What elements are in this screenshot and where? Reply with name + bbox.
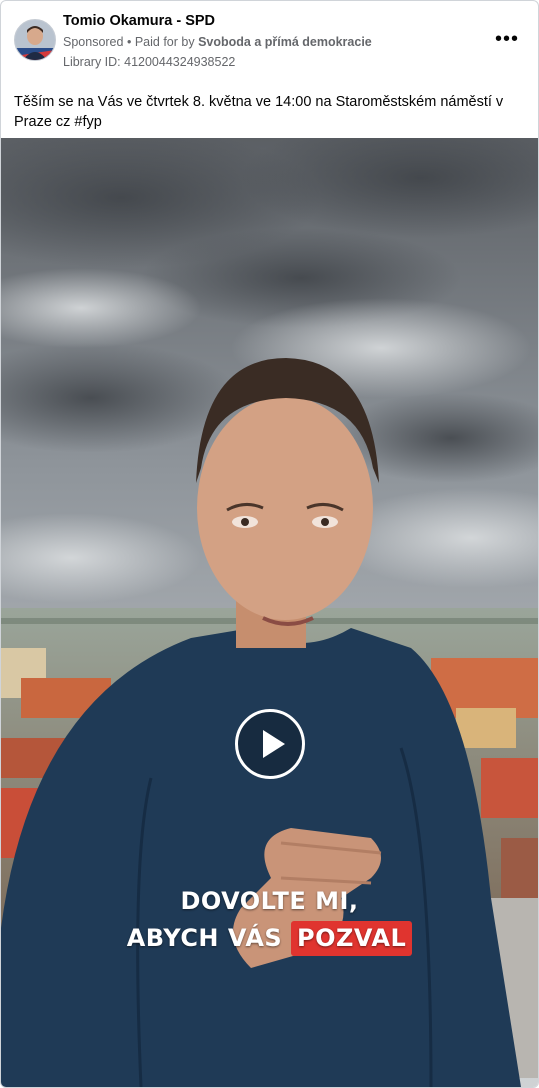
ad-card: Tomio Okamura - SPD Sponsored • Paid for…	[0, 0, 539, 1088]
post-header: Tomio Okamura - SPD Sponsored • Paid for…	[1, 1, 538, 81]
page-avatar[interactable]	[14, 19, 56, 61]
sponsored-label: Sponsored	[63, 35, 124, 49]
separator-dot: •	[126, 35, 132, 49]
sponsor-line: Sponsored • Paid for by Svoboda a přímá …	[63, 35, 372, 49]
play-icon[interactable]	[235, 709, 305, 779]
more-horizontal-icon[interactable]: •••	[493, 29, 521, 53]
overlay-line-1: DOVOLTE MI,	[180, 887, 359, 915]
overlay-highlight: POZVAL	[291, 921, 413, 956]
overlay-line-2: ABYCH VÁS POZVAL	[1, 921, 538, 956]
post-caption: Těším se na Vás ve čtvrtek 8. května ve …	[14, 94, 504, 130]
video-player[interactable]: DOVOLTE MI, ABYCH VÁS POZVAL	[1, 138, 538, 1087]
paid-prefix: Paid for by	[134, 35, 195, 49]
library-id: Library ID: 4120044324938522	[63, 55, 236, 69]
paid-by-name[interactable]: Svoboda a přímá demokracie	[198, 35, 372, 49]
page-name[interactable]: Tomio Okamura - SPD	[63, 13, 215, 29]
overlay-line-2-prefix: ABYCH VÁS	[126, 924, 283, 952]
